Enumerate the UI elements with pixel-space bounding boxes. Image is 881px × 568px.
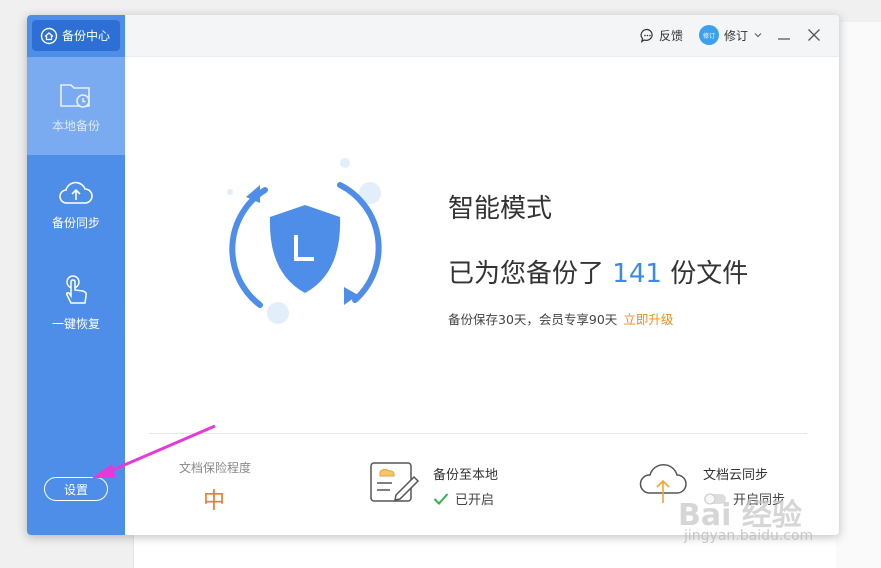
mode-title: 智能模式 [448, 194, 553, 224]
sidebar-item-local-backup[interactable]: 本地备份 [27, 57, 125, 155]
retention-info: 备份保存30天，会员专享90天 立即升级 [448, 312, 674, 327]
upgrade-link[interactable]: 立即升级 [623, 312, 673, 327]
backup-summary: 已为您备份了 141 份文件 [448, 259, 749, 289]
close-icon[interactable] [806, 27, 822, 43]
feedback-label: 反馈 [659, 29, 684, 43]
sidebar-item-label: 本地备份 [51, 118, 100, 133]
sidebar-item-label: 一键恢复 [51, 316, 100, 331]
sidebar-item-restore[interactable]: 一键恢复 [27, 253, 125, 351]
backup-count: 141 [612, 259, 662, 289]
shield-sync-icon [227, 158, 382, 324]
divider [149, 433, 807, 434]
minimize-icon[interactable] [776, 27, 792, 43]
user-name: 修订 [724, 28, 749, 43]
annotation-arrow [92, 424, 216, 478]
sidebar-item-label: 备份同步 [51, 215, 100, 230]
tap-hand-icon [66, 274, 87, 304]
avatar: 修订 [699, 25, 719, 45]
user-menu[interactable]: 修订 修订 [699, 25, 763, 45]
chevron-down-icon [754, 33, 762, 38]
local-backup-status: 已开启 [433, 489, 494, 508]
document-edit-icon [370, 462, 420, 502]
watermark-url: jingyan.baidu.com [684, 528, 814, 544]
protection-level-value: 中 [203, 489, 226, 514]
feedback-button[interactable]: 反馈 [640, 27, 683, 44]
home-cloud-icon [40, 27, 58, 44]
brand-label: 备份中心 [62, 29, 111, 43]
folder-clock-icon [60, 83, 90, 108]
title-bar: 反馈 修订 修订 [125, 15, 839, 57]
background-strip [836, 22, 881, 568]
local-backup-title: 备份至本地 [433, 468, 499, 483]
check-icon [433, 492, 449, 505]
cloud-sync-title: 文档云同步 [703, 468, 769, 483]
cloud-upload-icon [59, 181, 93, 204]
sidebar-item-backup-sync[interactable]: 备份同步 [27, 155, 125, 253]
chat-bubble-icon [640, 28, 653, 43]
brand-badge[interactable]: 备份中心 [32, 20, 120, 51]
